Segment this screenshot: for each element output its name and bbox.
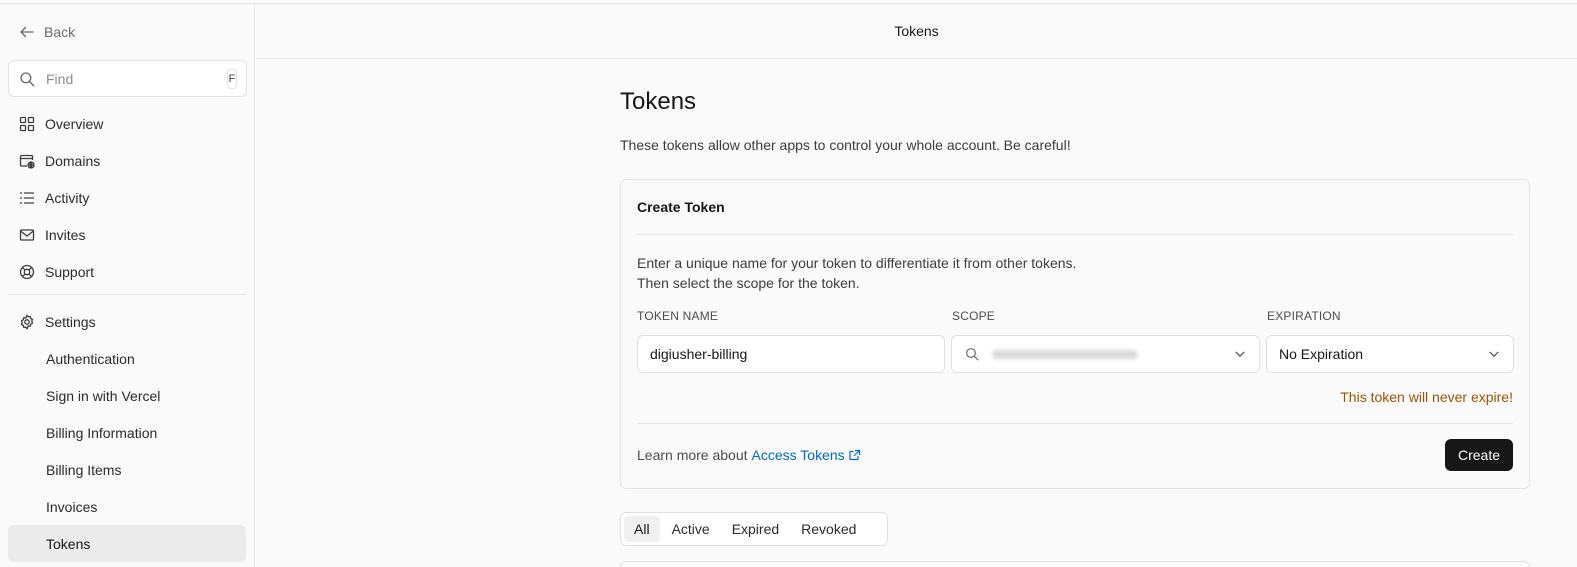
back-label: Back [44,24,76,40]
sidebar-item-authentication[interactable]: Authentication [8,340,246,377]
sidebar-item-overview[interactable]: Overview [8,105,246,142]
create-token-description: Enter a unique name for your token to di… [637,253,1076,293]
expiration-warning: This token will never expire! [1340,389,1513,405]
page-title: Tokens [620,88,697,115]
sidebar: Back F Overview Domains Activity Invites… [0,4,255,567]
search-icon [18,70,36,88]
sidebar-item-activity[interactable]: Activity [8,179,246,216]
description-line-2: Then select the scope for the token. [637,275,860,291]
header-title: Tokens [894,23,939,39]
sidebar-item-invoices[interactable]: Invoices [8,488,246,525]
token-name-field[interactable] [637,335,945,373]
mail-icon [19,228,35,241]
sidebar-item-label: Billing Information [46,424,158,441]
create-token-card: Create Token Enter a unique name for you… [620,179,1530,489]
tab-revoked[interactable]: Revoked [791,516,866,542]
sidebar-item-domains[interactable]: Domains [8,142,246,179]
sidebar-item-label: Authentication [46,350,135,367]
sidebar-item-label: Invoices [46,498,98,515]
external-link-icon [849,449,860,461]
page-description: These tokens allow other apps to control… [620,137,1071,153]
sidebar-item-label: Sign in with Vercel [46,387,161,404]
sidebar-item-label: Settings [45,313,96,330]
sidebar-item-label: Billing Items [46,461,122,478]
sidebar-item-label: Tokens [46,535,91,552]
token-filter-tabs: All Active Expired Revoked [620,512,888,546]
create-token-title: Create Token [637,199,725,215]
expiration-select[interactable]: No Expiration [1266,335,1514,373]
sidebar-item-settings[interactable]: Settings [8,303,246,340]
tab-all[interactable]: All [624,516,660,542]
list-icon [19,191,35,204]
sidebar-item-label: Invites [45,226,86,243]
sidebar-item-billing-information[interactable]: Billing Information [8,414,246,451]
scope-select[interactable] [951,335,1260,373]
sidebar-nav: Overview Domains Activity Invites Suppor… [8,105,246,562]
card-divider [637,234,1513,235]
token-name-label: TOKEN NAME [637,309,719,323]
find-shortcut-badge: F [227,68,237,89]
sidebar-item-label: Activity [45,189,90,206]
access-tokens-link-label: Access Tokens [751,447,845,463]
expiration-label: EXPIRATION [1267,309,1341,323]
create-token-button[interactable]: Create [1445,439,1513,471]
sidebar-item-label: Support [45,263,95,280]
learn-more-prefix: Learn more about [637,447,748,463]
token-list-card [620,561,1530,567]
sidebar-item-sign-in-with-vercel[interactable]: Sign in with Vercel [8,377,246,414]
tab-expired[interactable]: Expired [722,516,789,542]
arrow-left-icon [20,26,34,38]
sidebar-item-tokens[interactable]: Tokens [8,525,246,562]
sidebar-item-billing-items[interactable]: Billing Items [8,451,246,488]
tab-active[interactable]: Active [662,516,720,542]
token-name-input[interactable] [650,346,932,362]
description-line-1: Enter a unique name for your token to di… [637,255,1077,271]
sidebar-divider [8,294,246,295]
search-icon [964,346,980,362]
sidebar-item-label: Overview [45,115,104,132]
find-input[interactable] [46,70,227,87]
find-box[interactable]: F [8,60,247,97]
sidebar-item-label: Domains [45,152,101,169]
chevron-down-icon [1487,347,1501,361]
lifebuoy-icon [19,264,35,279]
chevron-down-icon [1233,347,1247,361]
sidebar-item-support[interactable]: Support [8,253,246,290]
back-button[interactable]: Back [18,20,75,44]
gear-icon [20,314,34,329]
expiration-value: No Expiration [1279,346,1364,362]
scope-label: SCOPE [952,309,996,323]
scope-value-redacted [992,349,1233,359]
access-tokens-link[interactable]: Access Tokens [752,447,861,463]
page-header: Tokens [256,4,1577,59]
grid-icon [19,116,35,131]
card-divider [637,423,1513,424]
sidebar-item-invites[interactable]: Invites [8,216,246,253]
domain-globe-icon [19,154,35,169]
learn-more-text: Learn more about Access Tokens [637,447,861,463]
